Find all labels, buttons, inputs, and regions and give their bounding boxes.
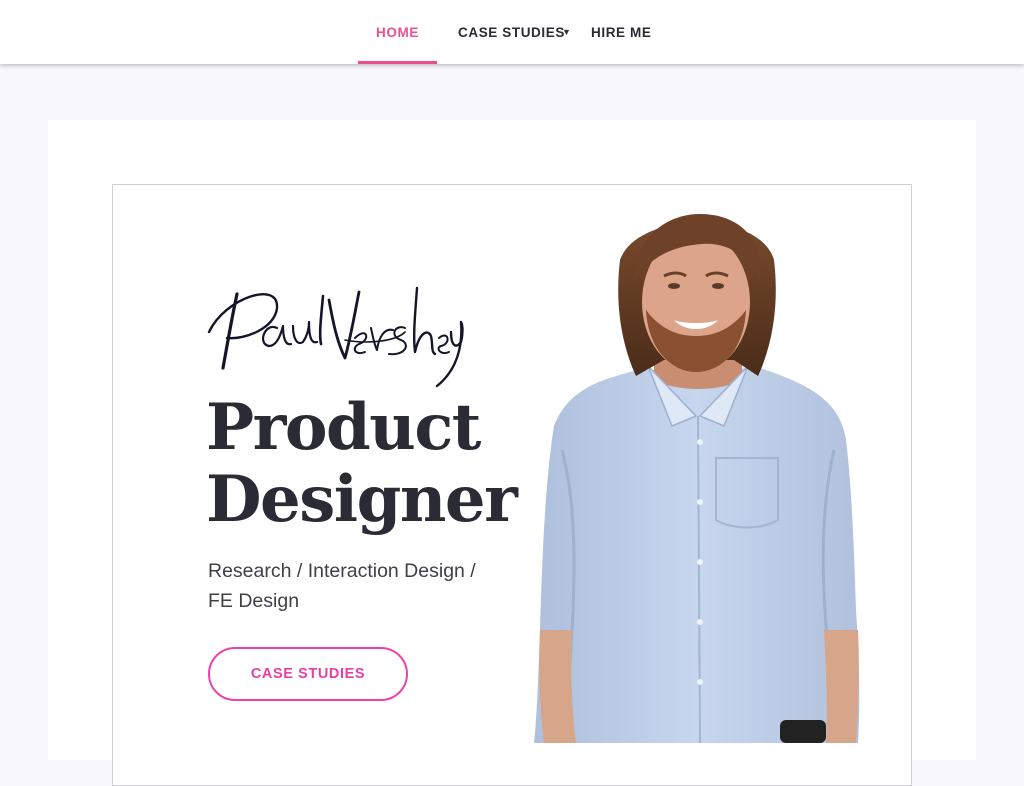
nav-case-studies-link[interactable]: CASE STUDIES — [458, 0, 565, 64]
case-studies-button[interactable]: CASE STUDIES — [208, 647, 408, 701]
hero-title-line2: Designer — [206, 462, 518, 537]
portrait-image — [534, 214, 860, 743]
top-navigation: HOME CASE STUDIES ▼ HIRE ME — [0, 0, 1024, 64]
hero-subtitle: Research / Interaction Design / FE Desig… — [208, 560, 476, 612]
hero-title: Product Designer — [206, 390, 518, 537]
caret-down-icon[interactable]: ▼ — [562, 0, 572, 64]
nav-hire-me-link[interactable]: HIRE ME — [591, 0, 651, 64]
hero-title-line1: Product — [206, 390, 481, 465]
nav-home-link[interactable]: HOME — [358, 0, 437, 64]
signature-logo — [207, 286, 464, 388]
